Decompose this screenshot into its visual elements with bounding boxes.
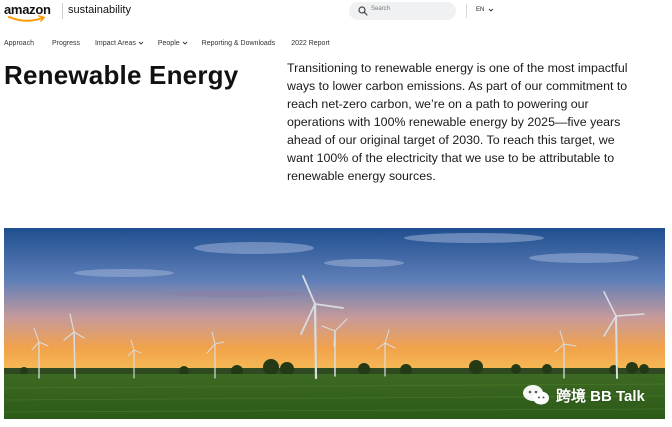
language-label: EN — [476, 7, 485, 13]
header-divider-right — [466, 4, 467, 18]
intro-line: reach net-zero carbon, we’re on a path t… — [287, 97, 589, 111]
intro-line: want 100% of the electricity that we use… — [287, 151, 615, 165]
nav-item-approach[interactable]: Approach — [4, 37, 34, 49]
amazon-logo[interactable]: amazon — [4, 2, 58, 22]
wechat-icon — [523, 385, 549, 405]
chevron-down-icon — [138, 41, 144, 45]
primary-nav: Approach Progress Impact Areas People Re… — [4, 37, 330, 49]
nav-item-reporting-downloads[interactable]: Reporting & Downloads — [202, 37, 276, 49]
nav-item-label: Reporting & Downloads — [201, 39, 276, 47]
chevron-down-icon — [182, 41, 187, 45]
nav-item-impact-areas[interactable]: Impact Areas — [95, 37, 144, 49]
search-placeholder: Search — [371, 6, 391, 12]
intro-line: ways to lower carbon emissions. As part … — [287, 79, 628, 93]
brand-label[interactable]: sustainability — [68, 4, 131, 16]
nav-item-label: 2022 Report — [291, 39, 330, 47]
header-divider — [62, 3, 63, 19]
nav-item-people[interactable]: People — [158, 37, 188, 49]
nav-item-label: People — [157, 39, 180, 47]
search-input[interactable]: Search — [349, 2, 456, 20]
intro-line: operations with 100% renewable energy by… — [287, 115, 621, 129]
logo-smile-icon — [8, 15, 46, 22]
intro-line: Transitioning to renewable energy is one… — [287, 61, 628, 75]
intro-paragraph: Transitioning to renewable energy is one… — [287, 59, 667, 185]
intro-line: renewable energy sources. — [287, 169, 436, 183]
nav-item-label: Progress — [51, 39, 80, 47]
page-title: Renewable Energy — [4, 60, 239, 90]
chevron-down-icon — [489, 8, 494, 12]
language-selector[interactable]: EN — [476, 7, 494, 13]
nav-item-2022-report[interactable]: 2022 Report — [291, 37, 330, 49]
search-icon — [358, 6, 368, 16]
nav-item-label: Approach — [4, 39, 34, 47]
nav-item-progress[interactable]: Progress — [52, 37, 80, 49]
intro-line: ahead of our original target of 2030. To… — [287, 133, 615, 147]
watermark: 跨境 BB Talk — [522, 383, 645, 407]
watermark-text: 跨境 BB Talk — [556, 387, 645, 405]
nav-item-label: Impact Areas — [94, 39, 136, 47]
